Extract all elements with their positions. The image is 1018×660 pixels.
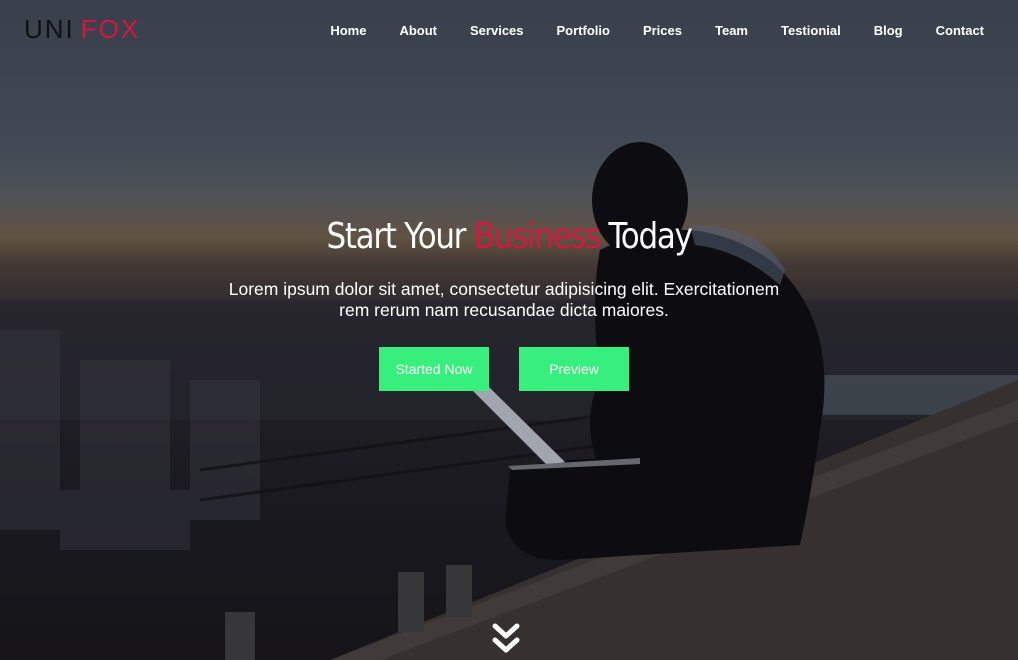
nav-item-prices[interactable]: Prices xyxy=(643,23,682,38)
nav-item-team[interactable]: Team xyxy=(715,23,748,38)
nav-item-portfolio[interactable]: Portfolio xyxy=(557,23,610,38)
nav-item-services[interactable]: Services xyxy=(470,23,524,38)
hero-subtext-line-2: rem rerum nam recusandae dicta maiores. xyxy=(339,300,669,320)
hero-headline: Start Your Business Today xyxy=(71,216,946,257)
brand-name-part1: UNI xyxy=(24,14,75,44)
headline-prefix: Start Your xyxy=(326,216,466,257)
nav-item-home[interactable]: Home xyxy=(330,23,366,38)
headline-suffix: Today xyxy=(608,216,692,257)
main-nav: Home About Services Portfolio Prices Tea… xyxy=(297,23,984,38)
hero-section xyxy=(0,0,1018,660)
nav-item-contact[interactable]: Contact xyxy=(936,23,984,38)
started-now-button[interactable]: Started Now xyxy=(379,347,489,391)
hero-overlay xyxy=(0,0,1018,660)
headline-accent: Business xyxy=(473,216,601,257)
nav-item-testimonial[interactable]: Testionial xyxy=(781,23,841,38)
brand-logo[interactable]: UNI FOX xyxy=(24,14,140,45)
brand-name-part2: FOX xyxy=(80,14,141,44)
preview-button[interactable]: Preview xyxy=(519,347,629,391)
hero-subtext: Lorem ipsum dolor sit amet, consectetur … xyxy=(200,279,808,321)
hero-subtext-line-1: Lorem ipsum dolor sit amet, consectetur … xyxy=(228,279,780,299)
nav-item-about[interactable]: About xyxy=(399,23,437,38)
double-chevron-down-icon[interactable] xyxy=(491,622,521,658)
nav-item-blog[interactable]: Blog xyxy=(874,23,903,38)
